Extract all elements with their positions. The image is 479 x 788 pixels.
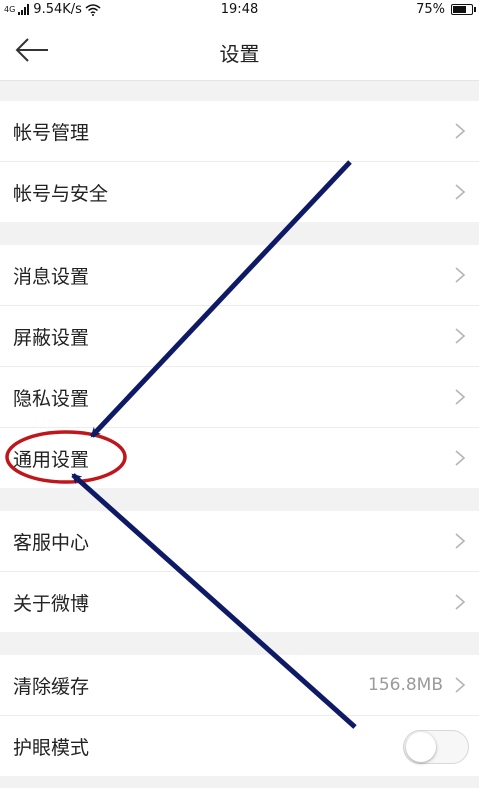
battery-fill [453, 6, 466, 13]
settings-row-eye-protection: 护眼模式 [0, 716, 479, 776]
settings-row-customer-service[interactable]: 客服中心 [0, 511, 479, 572]
settings-row-account-security[interactable]: 帐号与安全 [0, 162, 479, 222]
row-label: 通用设置 [13, 448, 90, 471]
row-label: 清除缓存 [13, 675, 90, 698]
battery-percent: 75% [416, 2, 445, 17]
settings-group-account: 帐号管理 帐号与安全 [0, 101, 479, 222]
settings-row-privacy[interactable]: 隐私设置 [0, 367, 479, 428]
settings-row-block[interactable]: 屏蔽设置 [0, 306, 479, 367]
settings-group-about: 客服中心 关于微博 [0, 511, 479, 632]
header: 设置 [0, 20, 479, 81]
row-label: 帐号管理 [13, 121, 90, 144]
row-label: 护眼模式 [13, 736, 90, 759]
chevron-right-icon [455, 594, 466, 610]
cache-size: 156.8MB [368, 675, 443, 695]
settings-group-storage: 清除缓存 156.8MB 护眼模式 [0, 655, 479, 776]
row-label: 屏蔽设置 [13, 326, 90, 349]
settings-group-preferences: 消息设置 屏蔽设置 隐私设置 通用设置 [0, 245, 479, 488]
section-gap [0, 632, 479, 655]
row-label: 客服中心 [13, 531, 90, 554]
chevron-right-icon [455, 123, 466, 139]
status-right: 75% [416, 2, 476, 17]
chevron-right-icon [455, 328, 466, 344]
page-title: 设置 [219, 42, 260, 66]
eye-protection-toggle[interactable] [403, 730, 469, 764]
row-label: 消息设置 [13, 265, 90, 288]
status-bar: 4G 9.54K/s 19:48 75% [0, 0, 479, 20]
chevron-right-icon [455, 267, 466, 283]
chevron-right-icon [455, 389, 466, 405]
battery-icon [451, 4, 476, 15]
row-label: 隐私设置 [13, 387, 90, 410]
settings-row-general[interactable]: 通用设置 [0, 428, 479, 488]
settings-row-about-weibo[interactable]: 关于微博 [0, 572, 479, 632]
chevron-right-icon [455, 533, 466, 549]
toggle-knob [406, 732, 436, 762]
section-gap [0, 81, 479, 101]
chevron-right-icon [455, 450, 466, 466]
settings-row-account-management[interactable]: 帐号管理 [0, 101, 479, 162]
settings-row-clear-cache[interactable]: 清除缓存 156.8MB [0, 655, 479, 716]
section-gap [0, 222, 479, 245]
chevron-right-icon [455, 184, 466, 200]
status-time: 19:48 [220, 2, 259, 17]
row-label: 帐号与安全 [13, 182, 109, 205]
section-gap [0, 488, 479, 511]
settings-row-message[interactable]: 消息设置 [0, 245, 479, 306]
row-label: 关于微博 [13, 592, 90, 615]
chevron-right-icon [455, 677, 466, 693]
